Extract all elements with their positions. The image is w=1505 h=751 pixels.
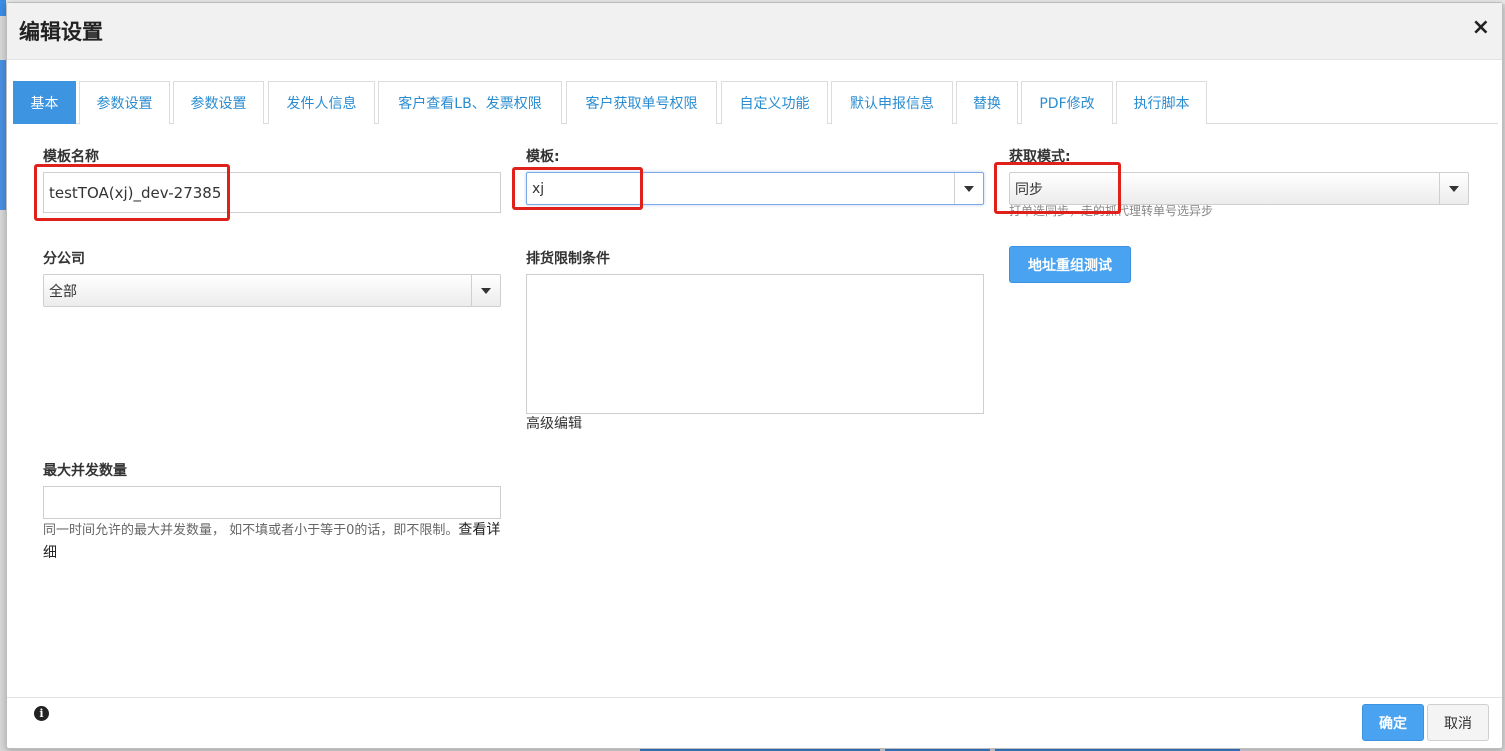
tab-custom-functions[interactable]: 自定义功能: [721, 81, 828, 124]
shipping-restriction-textarea[interactable]: [526, 274, 984, 414]
template-name-label: 模板名称: [43, 149, 99, 165]
fetch-mode-label: 获取模式:: [1009, 149, 1071, 165]
tab-customer-lb-invoice[interactable]: 客户查看LB、发票权限: [378, 81, 562, 124]
tab-basic[interactable]: 基本: [13, 81, 76, 124]
tab-customer-tracking[interactable]: 客户获取单号权限: [566, 81, 717, 124]
info-icon[interactable]: i: [34, 706, 49, 721]
template-select-value: xj: [532, 180, 545, 197]
tab-execute-script[interactable]: 执行脚本: [1116, 81, 1207, 124]
max-concurrency-help: 同一时间允许的最大并发数量， 如不填或者小于等于0的话，即不限制。查看详细: [43, 519, 503, 565]
template-select[interactable]: xj: [526, 172, 984, 205]
dialog-footer: [7, 697, 1502, 750]
close-icon[interactable]: ×: [1472, 17, 1490, 39]
tab-bar: 基本 参数设置 参数设置 发件人信息 客户查看LB、发票权限 客户获取单号权限 …: [13, 79, 1498, 124]
confirm-button[interactable]: 确定: [1362, 704, 1424, 741]
branch-label: 分公司: [43, 251, 85, 267]
tab-sender-info[interactable]: 发件人信息: [268, 81, 375, 124]
max-concurrency-label: 最大并发数量: [43, 463, 127, 479]
dialog-header: 编辑设置 ×: [7, 3, 1502, 60]
max-concurrency-help-text: 同一时间允许的最大并发数量， 如不填或者小于等于0的话，即不限制。: [43, 523, 459, 538]
template-label: 模板:: [526, 149, 560, 165]
fetch-mode-select-value: 同步: [1015, 181, 1043, 198]
dialog-title: 编辑设置: [19, 20, 103, 44]
advanced-edit-link[interactable]: 高级编辑: [526, 413, 582, 435]
branch-select-value: 全部: [49, 283, 77, 300]
max-concurrency-input[interactable]: [43, 486, 501, 519]
fetch-mode-select[interactable]: 同步: [1009, 172, 1469, 205]
edit-settings-dialog: 编辑设置 × 基本 参数设置 参数设置 发件人信息 客户查看LB、发票权限 客户…: [6, 2, 1503, 749]
tab-default-declaration[interactable]: 默认申报信息: [831, 81, 953, 124]
fetch-mode-help: 打单选同步，走的抓代理转单号选异步: [1009, 204, 1214, 218]
template-name-input[interactable]: testTOA(xj)_dev-27385: [43, 172, 501, 213]
address-reorg-test-button[interactable]: 地址重组测试: [1009, 246, 1131, 283]
chevron-down-icon[interactable]: [954, 173, 983, 204]
tab-params-2[interactable]: 参数设置: [173, 81, 264, 124]
cancel-button[interactable]: 取消: [1427, 704, 1489, 741]
tab-replace[interactable]: 替换: [956, 81, 1018, 124]
branch-select[interactable]: 全部: [43, 274, 501, 307]
tab-params-1[interactable]: 参数设置: [79, 81, 170, 124]
tab-pdf-edit[interactable]: PDF修改: [1021, 81, 1113, 124]
shipping-restriction-label: 排货限制条件: [526, 251, 610, 267]
chevron-down-icon[interactable]: [1439, 173, 1468, 204]
chevron-down-icon[interactable]: [471, 275, 500, 306]
